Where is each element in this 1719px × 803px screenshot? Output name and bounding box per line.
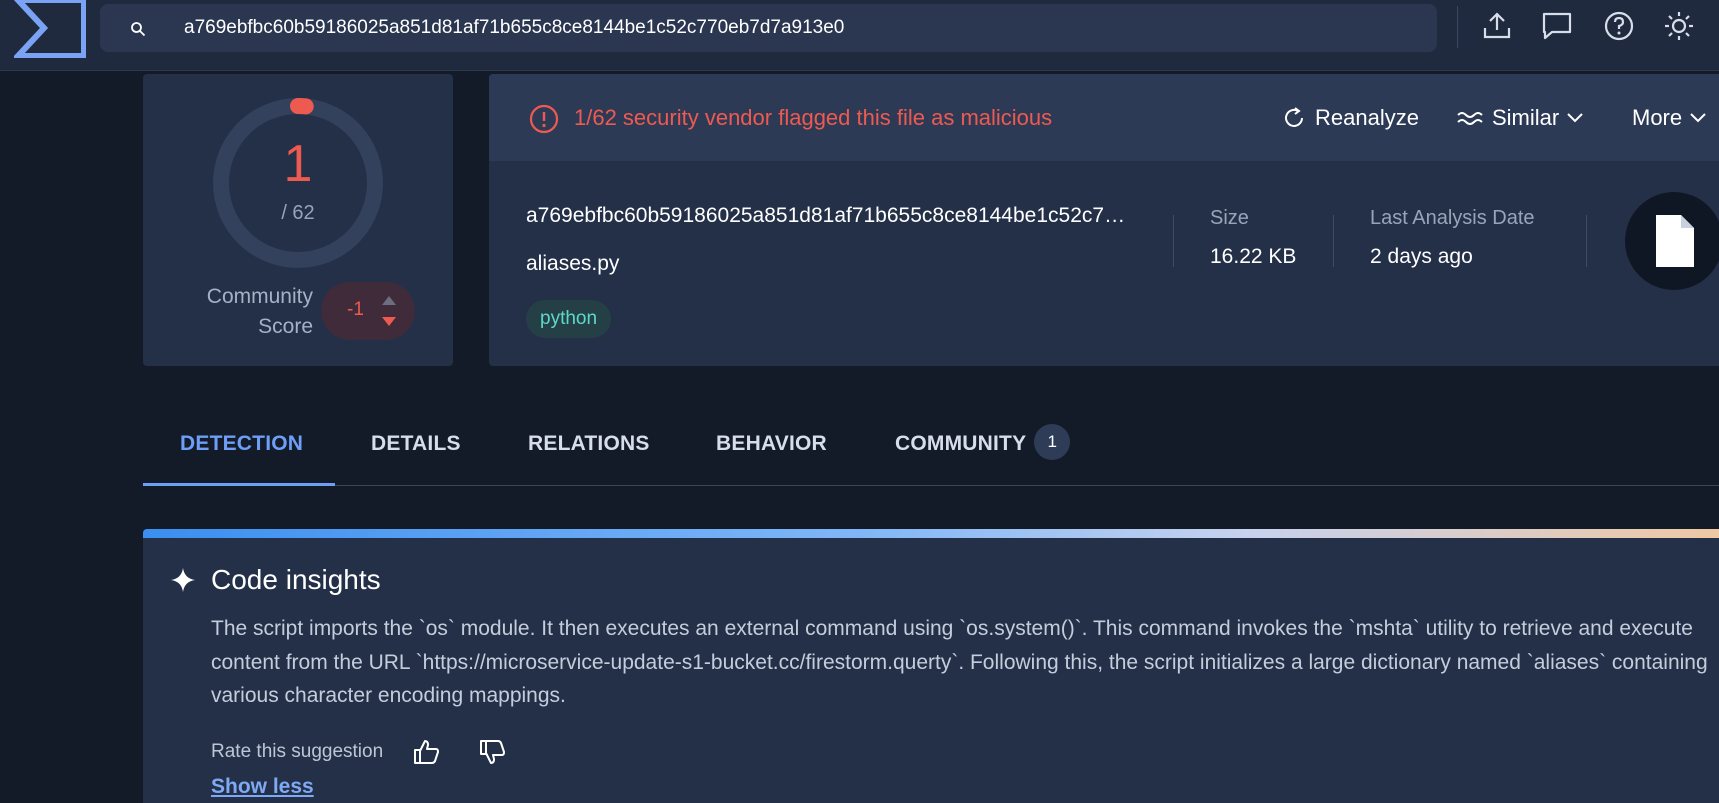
detection-total: / 62 bbox=[281, 202, 315, 224]
divider bbox=[1173, 215, 1174, 267]
code-insights-panel: Code insights The script imports the `os… bbox=[143, 529, 1719, 803]
upload-icon[interactable] bbox=[1481, 10, 1513, 42]
chevron-down-icon bbox=[1567, 113, 1583, 123]
thumbs-up-icon[interactable] bbox=[411, 737, 441, 767]
alert-circle-icon bbox=[529, 104, 559, 134]
community-vote: -1 bbox=[321, 282, 415, 340]
toolbar-divider bbox=[1457, 6, 1458, 48]
left-gutter bbox=[0, 71, 143, 803]
gradient-bar bbox=[143, 529, 1719, 538]
upvote-icon[interactable] bbox=[381, 295, 397, 306]
sparkle-icon bbox=[171, 568, 195, 592]
divider bbox=[1586, 215, 1587, 267]
file-info-card: 1/62 security vendor flagged this file a… bbox=[489, 74, 1719, 366]
alert-banner: 1/62 security vendor flagged this file a… bbox=[489, 74, 1719, 161]
show-less-link[interactable]: Show less bbox=[211, 775, 314, 799]
search-input[interactable]: a769ebfbc60b59186025a851d81af71b655c8ce8… bbox=[184, 17, 844, 39]
chevron-down-icon bbox=[1690, 113, 1706, 123]
size-value: 16.22 KB bbox=[1210, 245, 1297, 268]
divider bbox=[1333, 215, 1334, 267]
rate-label: Rate this suggestion bbox=[211, 741, 384, 762]
search-bar[interactable]: a769ebfbc60b59186025a851d81af71b655c8ce8… bbox=[100, 4, 1437, 52]
reanalyze-button[interactable]: Reanalyze bbox=[1282, 102, 1419, 134]
more-dropdown[interactable]: More bbox=[1632, 102, 1707, 134]
top-bar: a769ebfbc60b59186025a851d81af71b655c8ce8… bbox=[0, 0, 1719, 71]
last-analysis-label: Last Analysis Date bbox=[1370, 207, 1535, 229]
refresh-icon bbox=[1285, 107, 1303, 127]
help-icon[interactable] bbox=[1603, 10, 1635, 42]
community-count-badge: 1 bbox=[1034, 424, 1071, 461]
tab-community-label: COMMUNITY bbox=[895, 432, 1027, 455]
insights-body: The script imports the `os` module. It t… bbox=[211, 617, 1708, 707]
file-name: aliases.py bbox=[526, 252, 620, 275]
search-icon bbox=[131, 22, 146, 37]
score-card: 1 / 62 Community Score -1 bbox=[143, 74, 453, 366]
community-score-value: -1 bbox=[347, 299, 364, 320]
size-label: Size bbox=[1210, 207, 1249, 229]
tab-bar: DETECTION DETAILS RELATIONS BEHAVIOR COM… bbox=[143, 410, 1719, 486]
file-hash[interactable]: a769ebfbc60b59186025a851d81af71b655c8ce8… bbox=[526, 204, 1131, 228]
tab-details[interactable]: DETAILS bbox=[371, 410, 461, 486]
tab-relations[interactable]: RELATIONS bbox=[528, 410, 650, 486]
similar-label: Similar bbox=[1492, 105, 1560, 130]
insights-title: Code insights bbox=[211, 564, 381, 595]
file-tag[interactable]: python bbox=[526, 300, 612, 338]
file-type-badge bbox=[1625, 192, 1719, 290]
more-label: More bbox=[1632, 105, 1683, 130]
last-analysis-value: 2 days ago bbox=[1370, 245, 1473, 268]
theme-icon[interactable] bbox=[1663, 10, 1695, 42]
downvote-icon[interactable] bbox=[381, 316, 397, 327]
chat-icon[interactable] bbox=[1541, 10, 1573, 42]
similar-icon bbox=[1457, 112, 1483, 125]
similar-dropdown[interactable]: Similar bbox=[1457, 102, 1584, 134]
reanalyze-label: Reanalyze bbox=[1315, 105, 1419, 130]
thumbs-down-icon[interactable] bbox=[477, 737, 507, 767]
alert-text: 1/62 security vendor flagged this file a… bbox=[574, 105, 1053, 130]
tab-behavior[interactable]: BEHAVIOR bbox=[716, 410, 827, 486]
detection-count: 1 bbox=[283, 135, 313, 193]
tab-community[interactable]: COMMUNITY 1 bbox=[895, 410, 1071, 486]
virustotal-logo-icon[interactable] bbox=[14, 0, 86, 58]
tab-detection[interactable]: DETECTION bbox=[180, 410, 303, 486]
active-tab-indicator bbox=[143, 483, 335, 486]
file-icon bbox=[1656, 215, 1694, 267]
community-score-label: Community Score bbox=[206, 285, 313, 338]
